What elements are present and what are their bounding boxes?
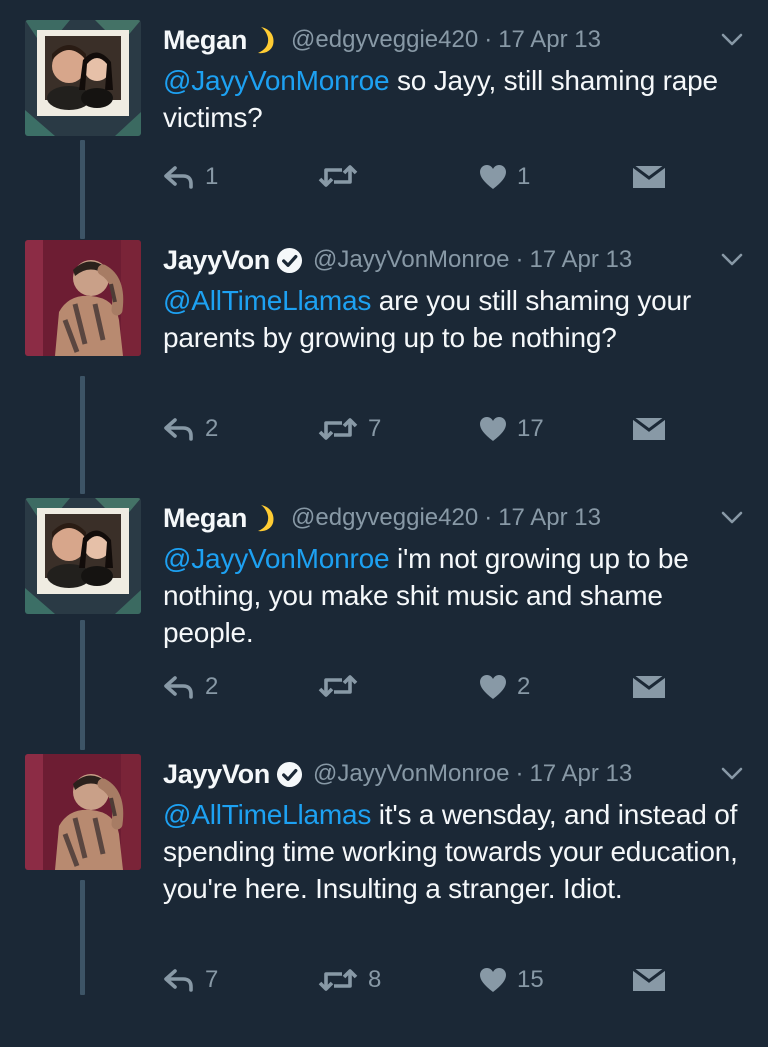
conversation-thread: Megan @edgyveggie420 · 17 Apr 13 @JayyVo… <box>0 0 768 1047</box>
user-handle[interactable]: @edgyveggie420 <box>291 26 478 54</box>
avatar[interactable] <box>25 240 141 356</box>
reply-count: 1 <box>205 163 219 190</box>
reply-count: 7 <box>205 966 219 993</box>
retweet-count: 7 <box>368 415 382 442</box>
user-handle[interactable]: @edgyveggie420 <box>291 504 478 532</box>
reply-icon <box>163 417 195 441</box>
tweet[interactable]: Megan @edgyveggie420 · 17 Apr 13 @JayyVo… <box>0 498 768 728</box>
direct-message-button[interactable] <box>632 163 666 189</box>
reply-icon <box>163 968 195 992</box>
chevron-down-icon[interactable] <box>720 28 744 52</box>
avatar[interactable] <box>25 754 141 870</box>
retweet-count: 8 <box>368 966 382 993</box>
like-count: 15 <box>517 966 544 993</box>
tweet-date[interactable]: 17 Apr 13 <box>498 504 601 532</box>
like-count: 17 <box>517 415 544 442</box>
separator: · <box>515 760 524 787</box>
retweet-button[interactable] <box>318 673 368 699</box>
reply-count: 2 <box>205 415 219 442</box>
tweet[interactable]: JayyVon @JayyVonMonroe · 17 Apr 13 @AllT… <box>0 754 768 1024</box>
mention-link[interactable]: @JayyVonMonroe <box>163 65 390 96</box>
mention-link[interactable]: @AllTimeLlamas <box>163 799 371 830</box>
tweet-actions: 2 2 <box>163 673 748 709</box>
reply-button[interactable]: 7 <box>163 966 218 994</box>
verified-badge-icon <box>276 247 303 274</box>
user-handle[interactable]: @JayyVonMonroe <box>313 760 509 788</box>
tweet-header: JayyVon @JayyVonMonroe · 17 Apr 13 <box>163 754 748 794</box>
retweet-icon <box>318 967 358 993</box>
display-name[interactable]: JayyVon <box>163 245 270 276</box>
envelope-icon <box>632 415 666 441</box>
reply-icon <box>163 675 195 699</box>
heart-icon <box>479 674 507 700</box>
separator: · <box>484 26 493 53</box>
like-button[interactable]: 15 <box>479 966 544 994</box>
reply-button[interactable]: 2 <box>163 415 218 443</box>
display-name[interactable]: Megan <box>163 503 247 534</box>
tweet-text: @JayyVonMonroe so Jayy, still shaming ra… <box>163 62 738 136</box>
heart-icon <box>479 164 507 190</box>
reply-count: 2 <box>205 673 219 700</box>
retweet-button[interactable]: 8 <box>318 966 381 994</box>
retweet-button[interactable]: 7 <box>318 415 381 443</box>
chevron-down-icon[interactable] <box>720 248 744 272</box>
separator: · <box>484 504 493 531</box>
tweet-actions: 7 8 15 <box>163 966 748 1002</box>
tweet[interactable]: JayyVon @JayyVonMonroe · 17 Apr 13 @AllT… <box>0 240 768 470</box>
verified-badge-icon <box>276 761 303 788</box>
retweet-button[interactable] <box>318 163 368 189</box>
heart-icon <box>479 967 507 993</box>
tweet[interactable]: Megan @edgyveggie420 · 17 Apr 13 @JayyVo… <box>0 20 768 230</box>
chevron-down-icon[interactable] <box>720 506 744 530</box>
mention-link[interactable]: @AllTimeLlamas <box>163 285 371 316</box>
like-button[interactable]: 2 <box>479 673 530 701</box>
envelope-icon <box>632 966 666 992</box>
tweet-actions: 1 1 <box>163 163 748 199</box>
retweet-icon <box>318 416 358 442</box>
direct-message-button[interactable] <box>632 966 666 992</box>
tweet-actions: 2 7 17 <box>163 415 748 451</box>
reply-button[interactable]: 2 <box>163 673 218 701</box>
direct-message-button[interactable] <box>632 673 666 699</box>
envelope-icon <box>632 163 666 189</box>
retweet-icon <box>318 673 358 699</box>
like-button[interactable]: 17 <box>479 415 544 443</box>
like-count: 2 <box>517 673 531 700</box>
tweet-text: @AllTimeLlamas it's a wensday, and inste… <box>163 796 738 907</box>
tweet-header: Megan @edgyveggie420 · 17 Apr 13 <box>163 498 748 538</box>
avatar[interactable] <box>25 20 141 136</box>
crescent-moon-emoji-icon <box>255 503 277 533</box>
separator: · <box>515 246 524 273</box>
tweet-header: JayyVon @JayyVonMonroe · 17 Apr 13 <box>163 240 748 280</box>
tweet-date[interactable]: 17 Apr 13 <box>498 26 601 54</box>
chevron-down-icon[interactable] <box>720 762 744 786</box>
tweet-header: Megan @edgyveggie420 · 17 Apr 13 <box>163 20 748 60</box>
like-button[interactable]: 1 <box>479 163 530 191</box>
reply-button[interactable]: 1 <box>163 163 218 191</box>
tweet-date[interactable]: 17 Apr 13 <box>529 760 632 788</box>
tweet-text: @AllTimeLlamas are you still shaming you… <box>163 282 738 356</box>
envelope-icon <box>632 673 666 699</box>
tweet-date[interactable]: 17 Apr 13 <box>529 246 632 274</box>
direct-message-button[interactable] <box>632 415 666 441</box>
retweet-icon <box>318 163 358 189</box>
display-name[interactable]: Megan <box>163 25 247 56</box>
mention-link[interactable]: @JayyVonMonroe <box>163 543 390 574</box>
like-count: 1 <box>517 163 531 190</box>
user-handle[interactable]: @JayyVonMonroe <box>313 246 509 274</box>
heart-icon <box>479 416 507 442</box>
crescent-moon-emoji-icon <box>255 25 277 55</box>
avatar[interactable] <box>25 498 141 614</box>
tweet-text: @JayyVonMonroe i'm not growing up to be … <box>163 540 738 651</box>
display-name[interactable]: JayyVon <box>163 759 270 790</box>
reply-icon <box>163 165 195 189</box>
